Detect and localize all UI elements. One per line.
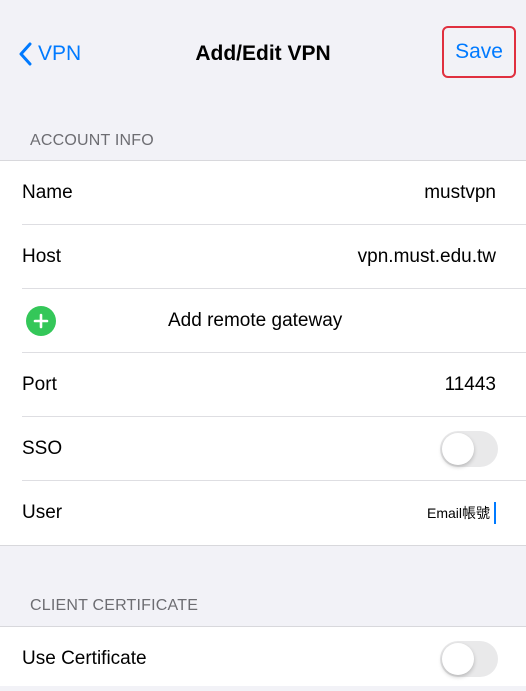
add-gateway-row[interactable]: Add remote gateway bbox=[0, 289, 526, 353]
port-row[interactable]: Port 11443 bbox=[0, 353, 526, 417]
host-value[interactable]: vpn.must.edu.tw bbox=[358, 246, 496, 268]
plus-icon bbox=[33, 313, 49, 329]
sso-label: SSO bbox=[22, 438, 63, 459]
name-value[interactable]: mustvpn bbox=[424, 182, 496, 204]
navigation-bar: VPN Add/Edit VPN Save bbox=[0, 0, 526, 104]
account-info-header: ACCOUNT INFO bbox=[30, 132, 154, 149]
name-label: Name bbox=[22, 182, 73, 203]
sso-row: SSO bbox=[0, 417, 526, 481]
name-row[interactable]: Name mustvpn bbox=[0, 161, 526, 225]
host-label: Host bbox=[22, 246, 62, 267]
use-certificate-toggle[interactable] bbox=[440, 641, 498, 677]
account-info-group: Name mustvpn Host vpn.must.edu.tw Add re… bbox=[0, 160, 526, 546]
client-certificate-group: Use Certificate bbox=[0, 626, 526, 686]
save-label: Save bbox=[455, 40, 503, 63]
user-label: User bbox=[22, 502, 63, 523]
toggle-knob bbox=[442, 643, 474, 675]
toggle-knob bbox=[442, 433, 474, 465]
add-gateway-label[interactable]: Add remote gateway bbox=[168, 310, 342, 332]
sso-toggle[interactable] bbox=[440, 431, 498, 467]
port-value[interactable]: 11443 bbox=[445, 374, 496, 396]
user-row[interactable]: User Email帳號 bbox=[0, 481, 526, 545]
text-cursor bbox=[494, 502, 496, 524]
plus-circle-icon[interactable] bbox=[26, 306, 56, 336]
save-button[interactable]: Save bbox=[442, 26, 516, 78]
port-label: Port bbox=[22, 374, 57, 395]
use-certificate-row: Use Certificate bbox=[0, 627, 526, 691]
host-row[interactable]: Host vpn.must.edu.tw bbox=[0, 225, 526, 289]
use-certificate-label: Use Certificate bbox=[22, 648, 147, 669]
user-value: Email帳號 bbox=[426, 505, 490, 521]
client-certificate-header: CLIENT CERTIFICATE bbox=[30, 597, 199, 614]
user-input[interactable]: Email帳號 bbox=[427, 502, 496, 524]
